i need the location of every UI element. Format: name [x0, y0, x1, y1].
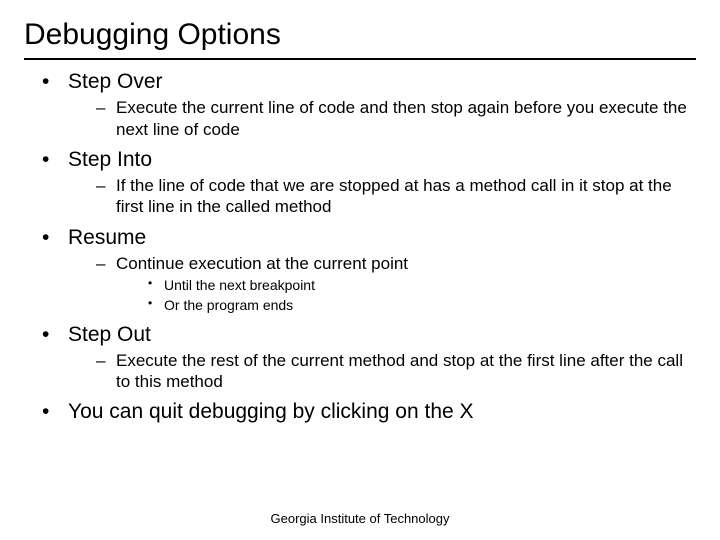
slide-title: Debugging Options: [24, 18, 696, 56]
bullet-step-into-desc: If the line of code that we are stopped …: [68, 175, 696, 218]
bullet-label: Resume: [68, 226, 146, 249]
bullet-resume-desc-text: Continue execution at the current point: [116, 254, 408, 273]
bullet-step-over: Step Over Execute the current line of co…: [24, 68, 696, 140]
bullet-step-out-desc: Execute the rest of the current method a…: [68, 350, 696, 393]
bullet-resume-desc: Continue execution at the current point …: [68, 253, 696, 315]
bullet-step-out: Step Out Execute the rest of the current…: [24, 321, 696, 393]
bullet-label: Step Into: [68, 148, 152, 171]
bullet-resume-sub2: Or the program ends: [116, 296, 696, 314]
bullet-quit: You can quit debugging by clicking on th…: [24, 398, 696, 425]
bullet-list: Step Over Execute the current line of co…: [24, 68, 696, 426]
slide-footer: Georgia Institute of Technology: [0, 511, 720, 526]
bullet-step-over-desc: Execute the current line of code and the…: [68, 97, 696, 140]
title-underline: [24, 58, 696, 60]
bullet-resume-sub1: Until the next breakpoint: [116, 276, 696, 294]
slide: Debugging Options Step Over Execute the …: [0, 0, 720, 540]
bullet-label: Step Over: [68, 70, 163, 93]
bullet-step-into: Step Into If the line of code that we ar…: [24, 146, 696, 218]
bullet-resume: Resume Continue execution at the current…: [24, 224, 696, 315]
bullet-label: Step Out: [68, 323, 151, 346]
